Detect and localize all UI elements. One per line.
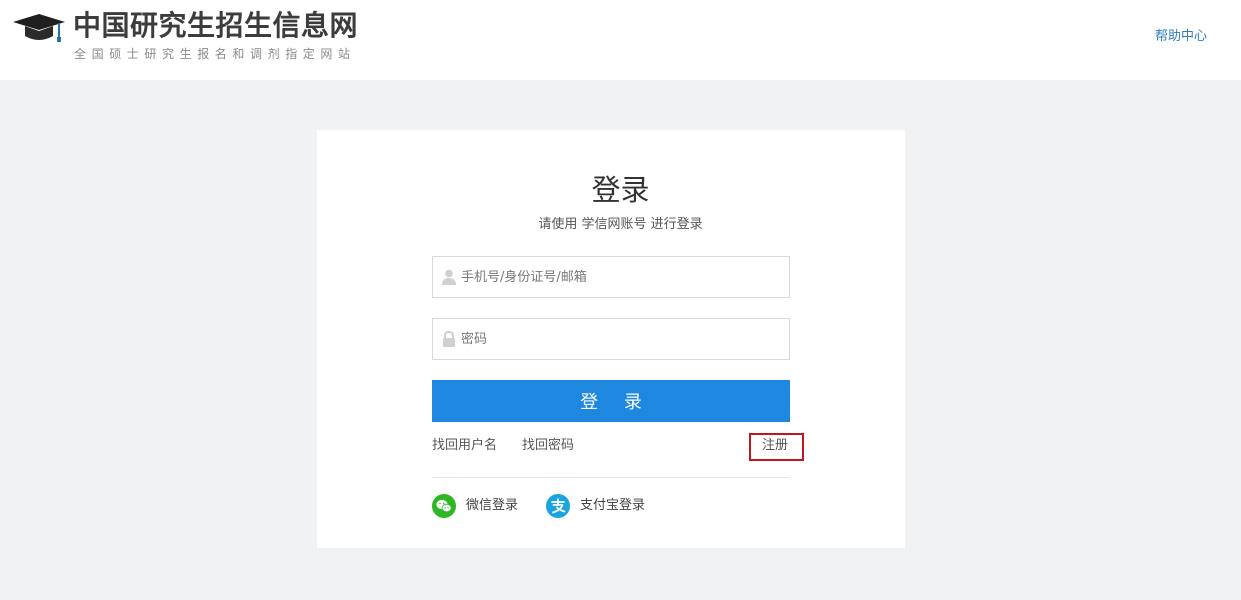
site-subtitle: 全国硕士研究生报名和调剂指定网站	[74, 47, 356, 61]
alipay-icon[interactable]	[546, 494, 570, 518]
wechat-login-link[interactable]: 微信登录	[466, 497, 518, 515]
site-header: 中国研究生招生信息网 全国硕士研究生报名和调剂指定网站 帮助中心	[0, 0, 1241, 80]
find-username-link[interactable]: 找回用户名	[432, 437, 497, 455]
lock-icon	[443, 331, 455, 347]
login-subtitle: 请使用 学信网账号 进行登录	[538, 217, 703, 232]
find-password-link[interactable]: 找回密码	[522, 437, 574, 455]
login-title: 登录	[591, 173, 650, 207]
divider	[432, 477, 790, 478]
register-link[interactable]: 注册	[762, 437, 788, 455]
password-input[interactable]	[461, 319, 786, 359]
login-button[interactable]: 登 录	[432, 380, 790, 422]
graduation-cap-icon	[13, 14, 65, 42]
alipay-login-link[interactable]: 支付宝登录	[580, 497, 645, 515]
password-field[interactable]	[432, 318, 790, 360]
wechat-icon[interactable]	[432, 494, 456, 518]
username-input[interactable]	[461, 257, 786, 297]
site-title: 中国研究生招生信息网	[73, 9, 359, 42]
help-center-link[interactable]: 帮助中心	[1155, 28, 1207, 46]
user-icon	[442, 269, 456, 285]
username-field[interactable]	[432, 256, 790, 298]
